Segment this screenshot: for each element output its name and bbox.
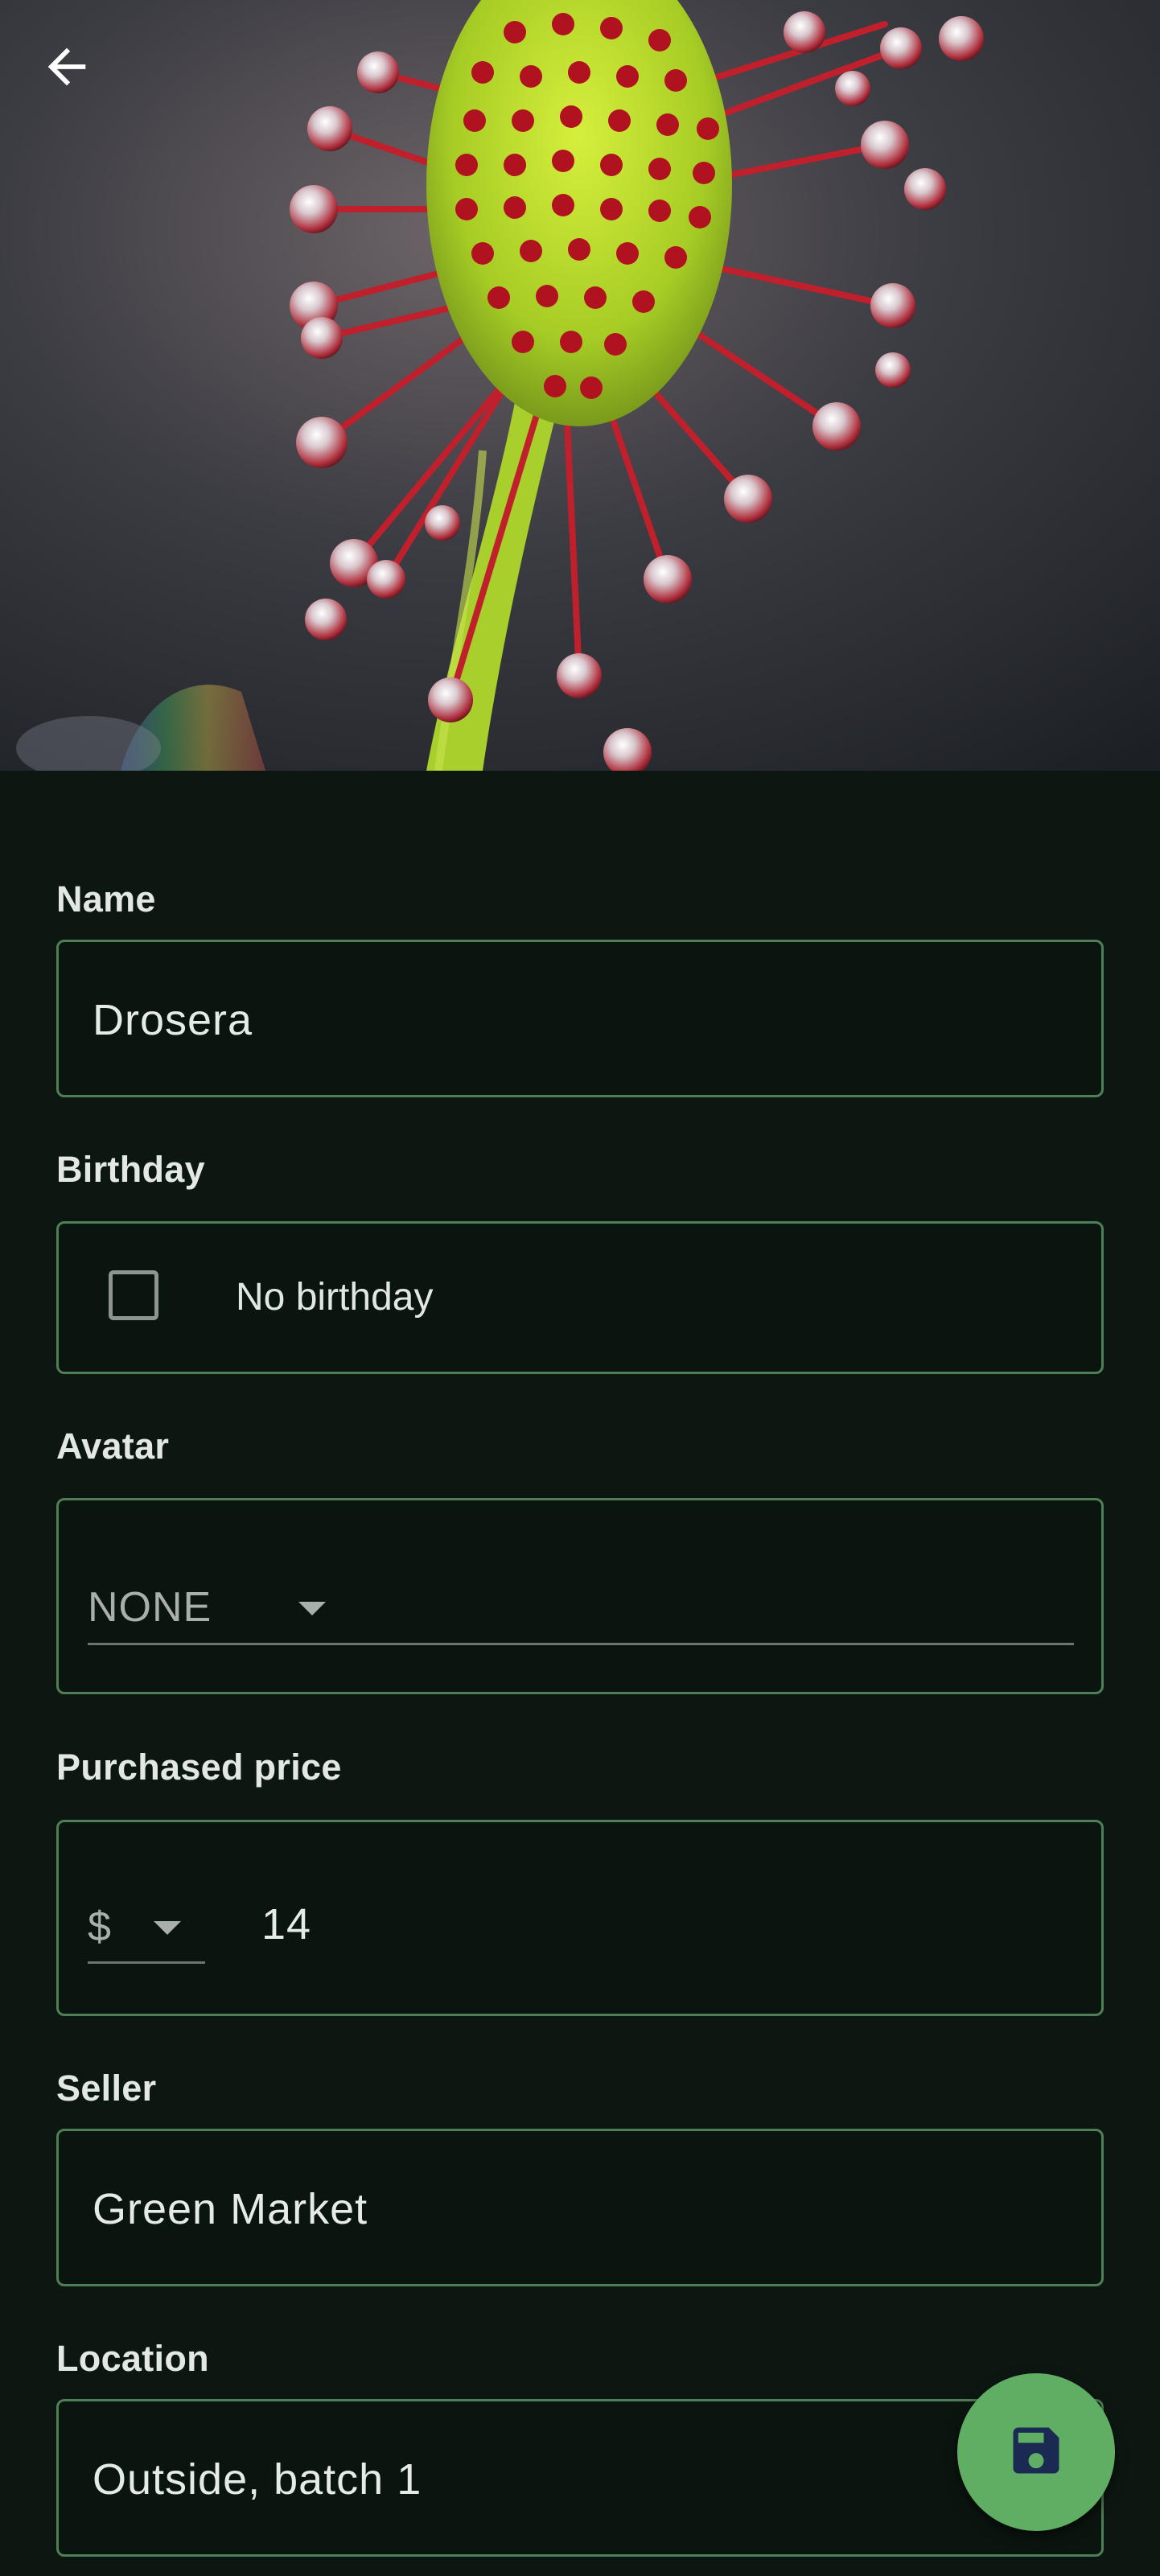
location-label: Location <box>56 2338 209 2379</box>
avatar-label: Avatar <box>56 1426 170 1467</box>
name-field[interactable]: Drosera <box>56 940 1104 1097</box>
currency-select[interactable]: $ <box>88 1891 205 1964</box>
avatar-selected-value: NONE <box>88 1583 212 1631</box>
save-icon <box>1006 2420 1067 2485</box>
chevron-down-icon <box>298 1602 327 1615</box>
seller-label: Seller <box>56 2068 157 2109</box>
currency-value: $ <box>88 1903 112 1950</box>
plant-illustration <box>0 0 1160 771</box>
name-label: Name <box>56 879 156 920</box>
purchased-price-field: $ 14 <box>56 1820 1104 2016</box>
name-value: Drosera <box>93 996 253 1044</box>
purchased-price-label: Purchased price <box>56 1747 342 1788</box>
birthday-label: Birthday <box>56 1149 205 1190</box>
location-field[interactable]: Outside, batch 1 <box>56 2399 1104 2557</box>
chevron-down-icon <box>153 1921 181 1935</box>
seller-value: Green Market <box>93 2185 368 2233</box>
no-birthday-label[interactable]: No birthday <box>236 1275 433 1319</box>
location-value: Outside, batch 1 <box>93 2455 422 2504</box>
back-button[interactable] <box>39 39 116 116</box>
save-button[interactable] <box>957 2373 1115 2531</box>
avatar-field: NONE <box>56 1498 1104 1694</box>
birthday-field: No birthday <box>56 1221 1104 1374</box>
seller-field[interactable]: Green Market <box>56 2129 1104 2286</box>
no-birthday-checkbox[interactable] <box>109 1270 158 1320</box>
price-input[interactable]: 14 <box>261 1899 311 1949</box>
plant-photo <box>0 0 1160 771</box>
avatar-select[interactable]: NONE <box>88 1571 1074 1645</box>
